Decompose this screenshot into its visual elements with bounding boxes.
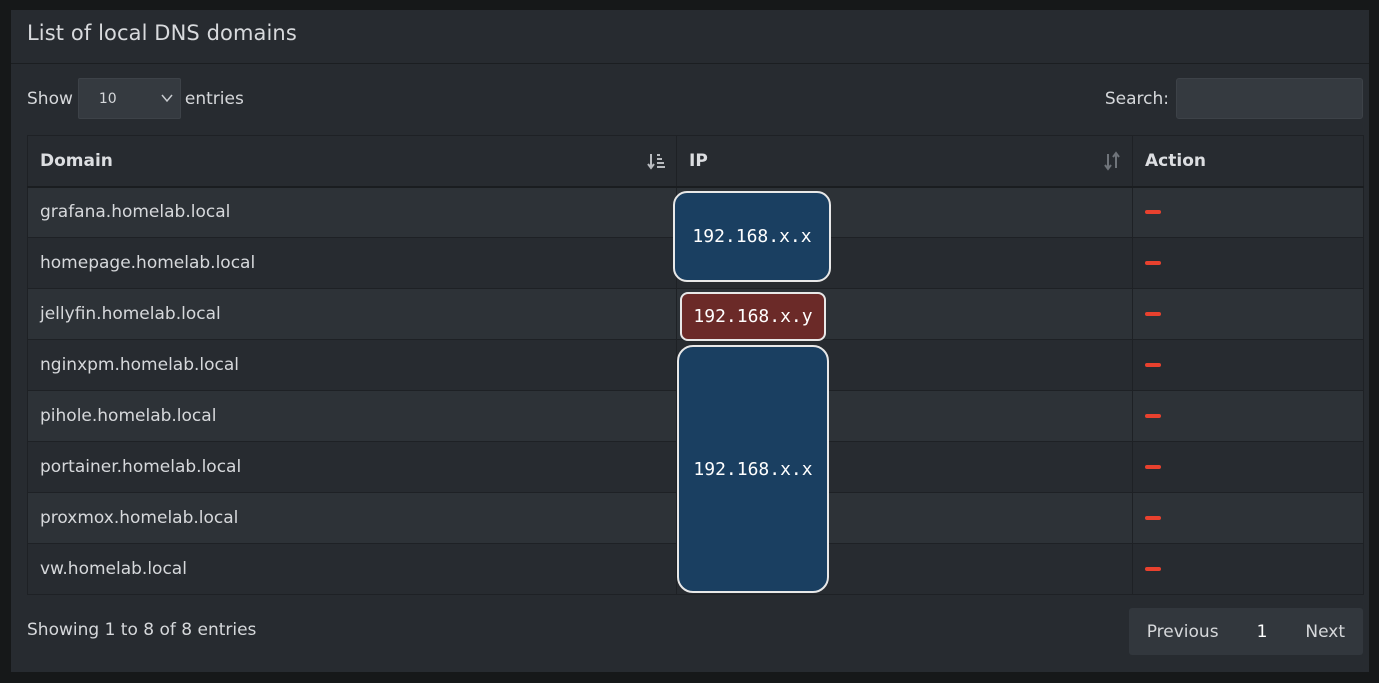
column-header-ip[interactable]: IP bbox=[676, 135, 1133, 188]
panel-title: List of local DNS domains bbox=[27, 21, 297, 45]
sort-ascending-icon bbox=[647, 154, 665, 170]
remove-icon[interactable] bbox=[1145, 312, 1161, 316]
search-control: Search: bbox=[1105, 78, 1363, 119]
ip-annotation-badge: 192.168.x.x bbox=[673, 191, 831, 282]
ip-annotation-badge: 192.168.x.x bbox=[677, 345, 829, 593]
search-input[interactable] bbox=[1176, 78, 1363, 119]
page-1-button[interactable]: 1 bbox=[1237, 608, 1288, 655]
table-header-row: Domain IP Action bbox=[27, 135, 1364, 188]
chevron-down-icon bbox=[161, 94, 173, 103]
column-header-action: Action bbox=[1132, 135, 1364, 188]
action-cell bbox=[1132, 237, 1364, 289]
sort-both-icon bbox=[1104, 151, 1120, 171]
remove-icon[interactable] bbox=[1145, 465, 1161, 469]
remove-icon[interactable] bbox=[1145, 516, 1161, 520]
ip-annotation-badge: 192.168.x.y bbox=[680, 292, 826, 341]
show-label: Show bbox=[27, 88, 73, 109]
domain-cell: jellyfin.homelab.local bbox=[27, 288, 677, 340]
domain-cell: grafana.homelab.local bbox=[27, 186, 677, 238]
domain-cell: portainer.homelab.local bbox=[27, 441, 677, 493]
column-header-label: Action bbox=[1145, 150, 1206, 171]
action-cell bbox=[1132, 543, 1364, 595]
column-header-label: Domain bbox=[40, 150, 113, 171]
action-cell bbox=[1132, 339, 1364, 391]
action-cell bbox=[1132, 441, 1364, 493]
action-cell bbox=[1132, 390, 1364, 442]
domain-cell: pihole.homelab.local bbox=[27, 390, 677, 442]
entries-length-value: 10 bbox=[98, 91, 117, 107]
previous-page-button[interactable]: Previous bbox=[1129, 608, 1237, 655]
next-page-button[interactable]: Next bbox=[1287, 608, 1363, 655]
search-label: Search: bbox=[1104, 88, 1169, 109]
action-cell bbox=[1132, 492, 1364, 544]
column-header-domain[interactable]: Domain bbox=[27, 135, 677, 188]
entries-length-control: Show 10 entries bbox=[27, 78, 244, 119]
column-header-label: IP bbox=[689, 150, 708, 171]
table-info: Showing 1 to 8 of 8 entries bbox=[27, 620, 257, 640]
remove-icon[interactable] bbox=[1145, 363, 1161, 367]
remove-icon[interactable] bbox=[1145, 210, 1161, 215]
pagination: Previous 1 Next bbox=[1128, 608, 1363, 655]
remove-icon[interactable] bbox=[1145, 261, 1161, 265]
domain-cell: homepage.homelab.local bbox=[27, 237, 677, 289]
remove-icon[interactable] bbox=[1145, 567, 1161, 571]
domain-cell: vw.homelab.local bbox=[27, 543, 677, 595]
remove-icon[interactable] bbox=[1145, 414, 1161, 418]
action-cell bbox=[1132, 288, 1364, 340]
entries-length-select[interactable]: 10 bbox=[77, 78, 181, 119]
panel-header: List of local DNS domains bbox=[11, 10, 1369, 64]
entries-label: entries bbox=[184, 88, 244, 109]
action-cell bbox=[1132, 186, 1364, 238]
domain-cell: nginxpm.homelab.local bbox=[27, 339, 677, 391]
domain-cell: proxmox.homelab.local bbox=[27, 492, 677, 544]
